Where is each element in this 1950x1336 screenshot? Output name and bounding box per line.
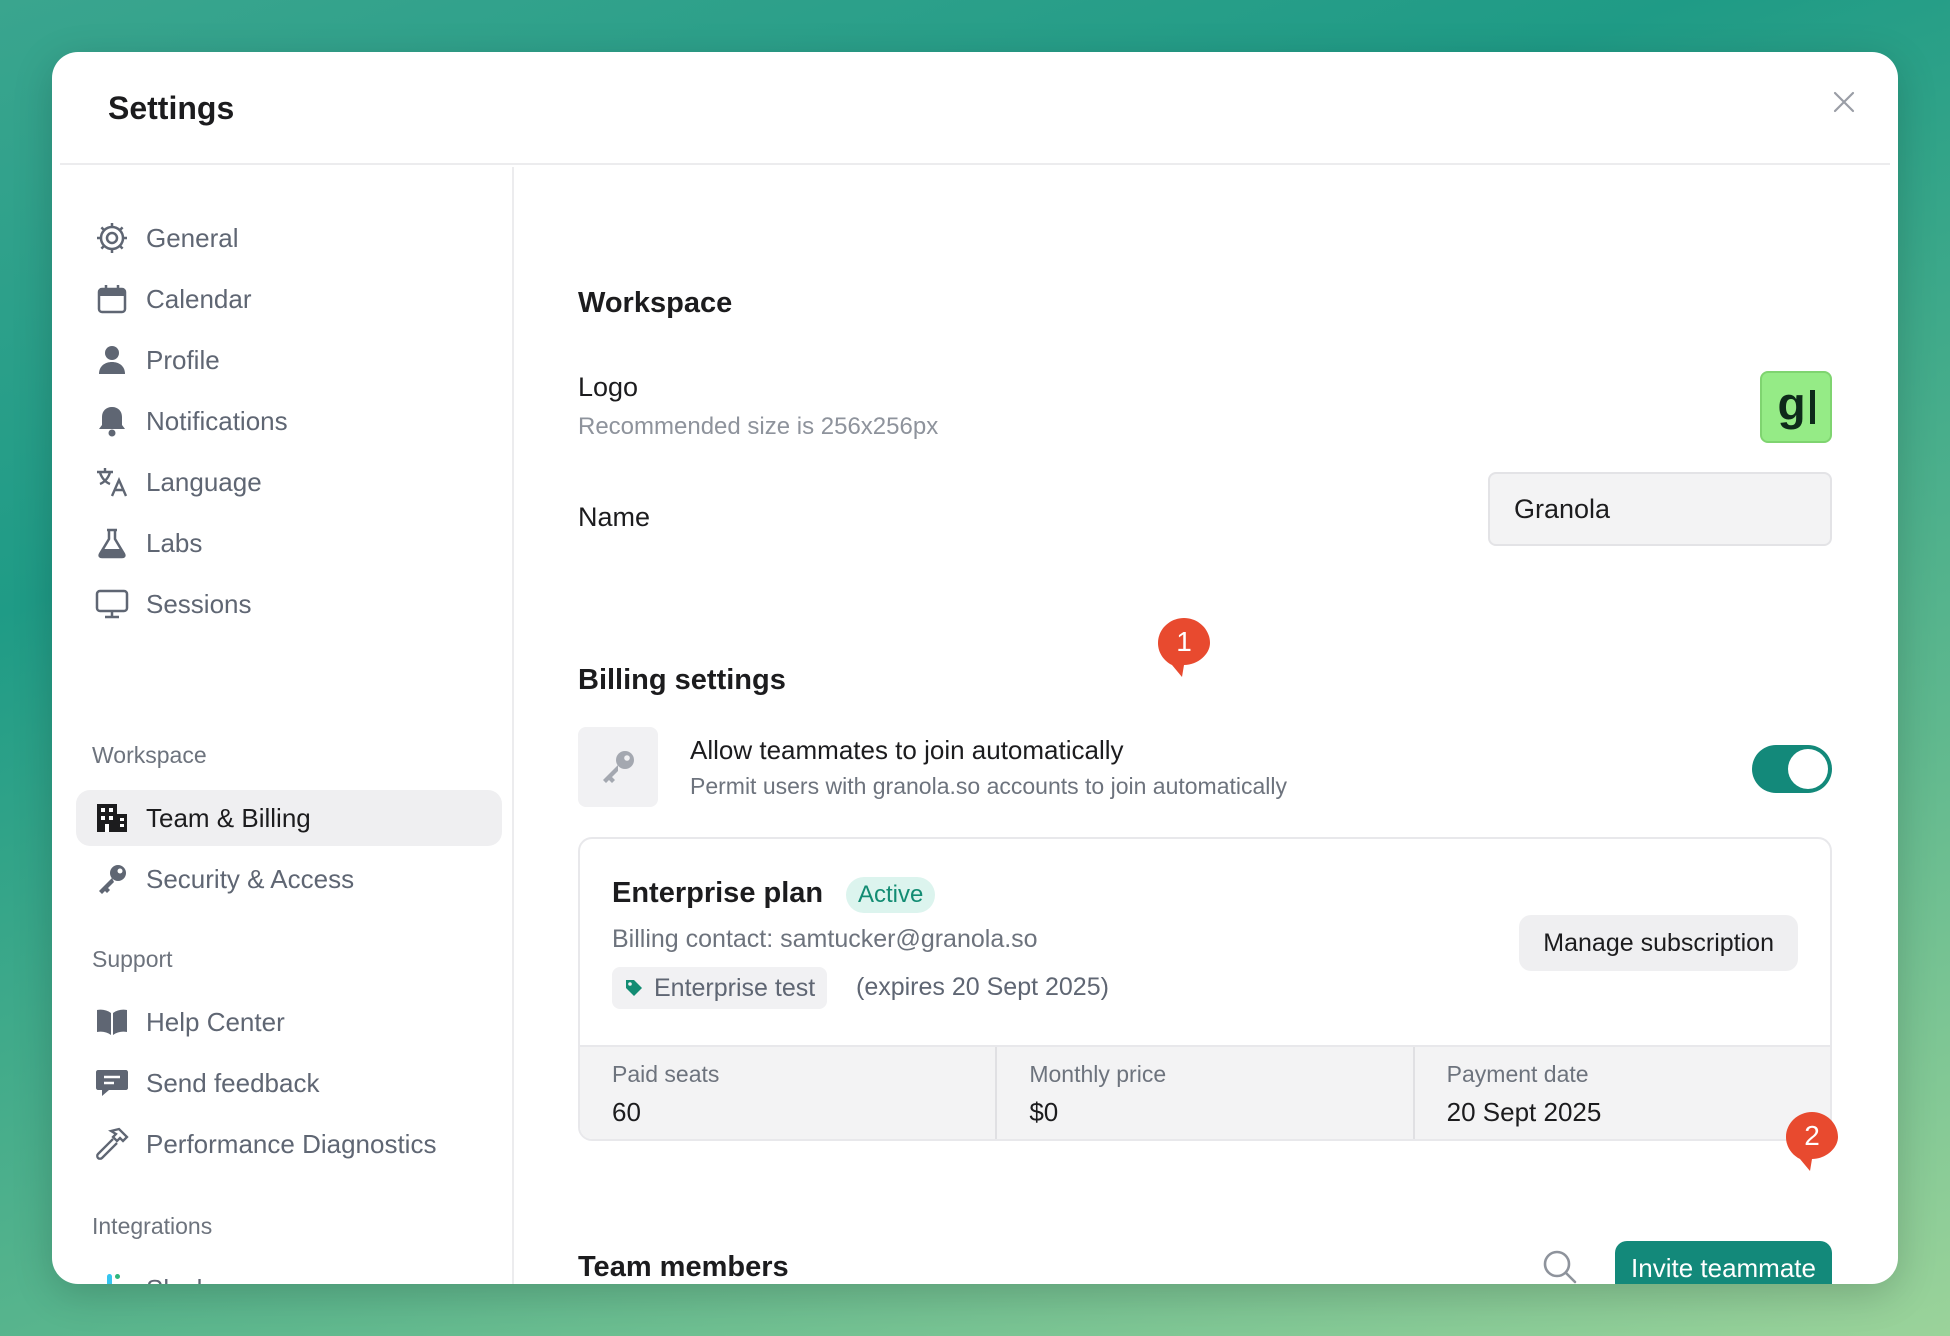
status-badge: Active <box>846 877 936 913</box>
callout-marker-2: 2 <box>1784 1110 1840 1172</box>
title-bar: Settings <box>60 52 1890 165</box>
sidebar-item-general[interactable]: General <box>76 210 502 266</box>
search-icon <box>1543 1250 1577 1284</box>
workspace-name-input[interactable]: Granola <box>1488 472 1832 546</box>
auto-join-title: Allow teammates to join automatically <box>690 735 1124 765</box>
sidebar-item-label: Performance Diagnostics <box>146 1128 437 1159</box>
key-tile <box>578 727 658 807</box>
sidebar-item-label: Calendar <box>146 283 252 314</box>
section-heading-workspace: Workspace <box>92 742 207 768</box>
sidebar-item-label: Team & Billing <box>146 802 311 833</box>
plan-stats: Paid seats 60 Monthly price $0 Payment d… <box>580 1045 1830 1139</box>
sidebar-item-sessions[interactable]: Sessions <box>76 576 502 632</box>
sidebar-item-profile[interactable]: Profile <box>76 332 502 388</box>
page-title: Settings <box>108 90 235 126</box>
stat-monthly-price: Monthly price $0 <box>997 1047 1415 1139</box>
sidebar-item-calendar[interactable]: Calendar <box>76 271 502 327</box>
slack-icon <box>92 1269 132 1284</box>
section-title-team-members: Team members <box>578 1251 789 1283</box>
close-icon <box>1833 91 1855 113</box>
section-heading-integrations: Integrations <box>92 1213 213 1239</box>
sidebar-item-labs[interactable]: Labs <box>76 515 502 571</box>
sidebar-item-label: Slack <box>146 1274 210 1285</box>
sidebar-item-language[interactable]: Language <box>76 454 502 510</box>
sidebar-item-label: Language <box>146 466 262 497</box>
plan-card: Enterprise plan Active Billing contact: … <box>578 837 1832 1141</box>
sidebar-item-team-billing[interactable]: Team & Billing <box>76 790 502 846</box>
key-icon <box>603 751 634 783</box>
sidebar-item-help-center[interactable]: Help Center <box>76 994 502 1050</box>
toggle-knob <box>1788 749 1828 789</box>
main-content: Workspace Logo Recommended size is 256x2… <box>516 167 1898 1284</box>
auto-join-description: Permit users with granola.so accounts to… <box>690 773 1288 799</box>
hammer-icon <box>92 1124 132 1164</box>
book-icon <box>92 1002 132 1042</box>
callout-marker-1: 1 <box>1156 616 1212 678</box>
sidebar-item-label: Send feedback <box>146 1067 320 1098</box>
billing-contact: Billing contact: samtucker@granola.so <box>612 925 1038 953</box>
logo-bar <box>1809 390 1815 424</box>
stat-paid-seats: Paid seats 60 <box>580 1047 998 1139</box>
sidebar-item-security-access[interactable]: Security & Access <box>76 851 502 907</box>
section-heading-support: Support <box>92 946 173 972</box>
plan-tag: Enterprise test <box>612 967 828 1009</box>
callout-number: 1 <box>1176 626 1192 657</box>
flask-icon <box>92 523 132 563</box>
logo-label: Logo <box>578 372 639 402</box>
sidebar-item-label: Security & Access <box>146 863 355 894</box>
sidebar-item-label: Profile <box>146 344 220 375</box>
sidebar-item-notifications[interactable]: Notifications <box>76 393 502 449</box>
plan-tag-label: Enterprise test <box>654 973 816 1002</box>
person-icon <box>92 340 132 380</box>
stat-label: Paid seats <box>612 1061 720 1087</box>
tag-icon <box>624 978 644 998</box>
search-button[interactable] <box>1540 1247 1580 1284</box>
section-title-workspace: Workspace <box>578 287 733 319</box>
name-label: Name <box>578 502 651 532</box>
sidebar-item-label: Sessions <box>146 588 252 619</box>
sidebar-item-label: Notifications <box>146 405 288 436</box>
logo-letter: g <box>1777 378 1806 430</box>
auto-join-toggle[interactable] <box>1752 745 1832 793</box>
monitor-icon <box>92 584 132 624</box>
stat-value: $0 <box>1029 1097 1059 1127</box>
stat-payment-date: Payment date 20 Sept 2025 <box>1415 1047 1830 1139</box>
close-button[interactable] <box>1826 84 1862 120</box>
sidebar-item-performance-diagnostics[interactable]: Performance Diagnostics <box>76 1116 502 1172</box>
sidebar: General Calendar Profile Notifications L <box>60 167 514 1284</box>
stat-value: 20 Sept 2025 <box>1446 1097 1602 1127</box>
key-icon <box>92 859 132 899</box>
building-icon <box>92 798 132 838</box>
sidebar-item-label: Help Center <box>146 1006 285 1037</box>
logo-hint: Recommended size is 256x256px <box>578 413 939 440</box>
settings-window: Settings General Calendar Profile Notifi… <box>52 52 1898 1284</box>
sidebar-item-label: Labs <box>146 527 203 558</box>
invite-teammate-button[interactable]: Invite teammate <box>1615 1241 1832 1284</box>
gear-icon <box>92 218 132 258</box>
calendar-icon <box>92 279 132 319</box>
chat-icon <box>92 1063 132 1103</box>
sidebar-item-send-feedback[interactable]: Send feedback <box>76 1055 502 1111</box>
workspace-logo[interactable]: g <box>1760 371 1832 443</box>
stat-label: Payment date <box>1446 1061 1589 1087</box>
sidebar-item-label: General <box>146 222 239 253</box>
stat-label: Monthly price <box>1029 1061 1167 1087</box>
plan-name: Enterprise plan <box>612 877 824 909</box>
callout-number: 2 <box>1804 1120 1820 1151</box>
stat-value: 60 <box>612 1097 641 1127</box>
translate-icon <box>92 462 132 502</box>
bell-icon <box>92 401 132 441</box>
manage-subscription-button[interactable]: Manage subscription <box>1519 915 1798 971</box>
section-title-billing: Billing settings <box>578 664 786 696</box>
sidebar-item-slack[interactable]: Slack <box>76 1261 502 1284</box>
plan-expiry: (expires 20 Sept 2025) <box>856 973 1109 1001</box>
